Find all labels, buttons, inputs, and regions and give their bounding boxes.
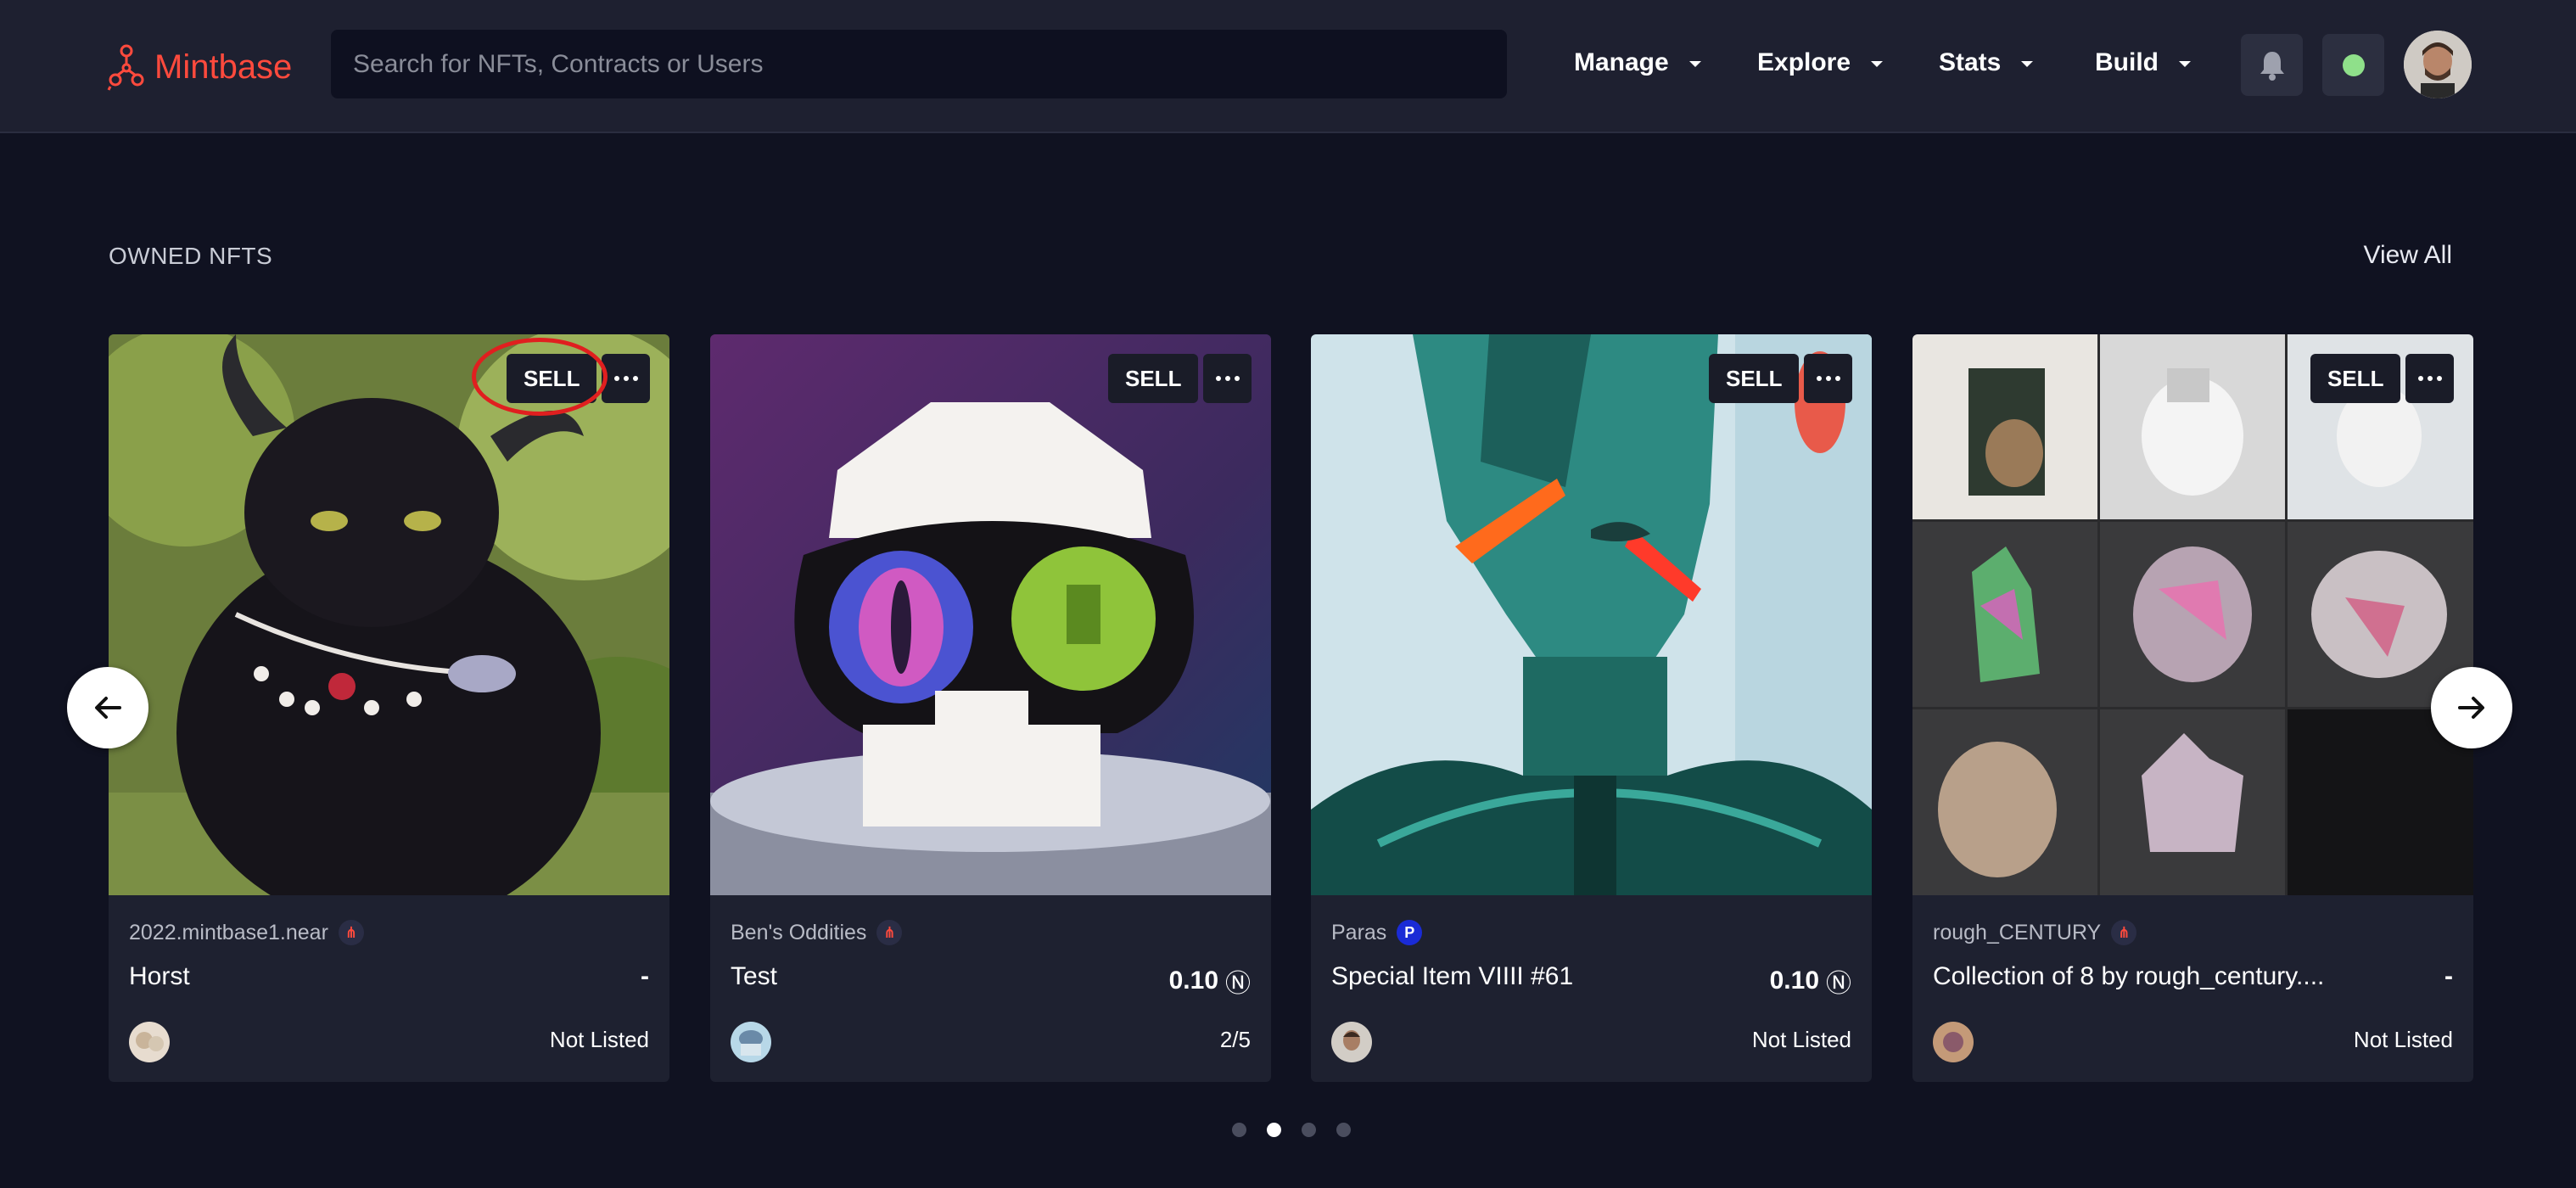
edition-count: 2/5 bbox=[1219, 1027, 1251, 1052]
carousel-pagination bbox=[1232, 1121, 1351, 1138]
carousel-next-button[interactable] bbox=[2431, 667, 2512, 748]
nft-price: 0.10 Ⓝ bbox=[1169, 962, 1251, 1000]
pagination-dot-active[interactable] bbox=[1267, 1122, 1281, 1137]
owner-avatar[interactable] bbox=[129, 1022, 170, 1062]
pagination-dot[interactable] bbox=[1336, 1122, 1351, 1137]
nav-manage-label: Manage bbox=[1574, 48, 1669, 76]
view-all-link[interactable]: View All bbox=[2363, 241, 2452, 270]
nft-image-robot bbox=[710, 334, 1271, 895]
store-row: Ben's Oddities ⋔ bbox=[731, 916, 903, 950]
store-name[interactable]: Paras bbox=[1331, 921, 1386, 945]
pagination-dot[interactable] bbox=[1302, 1122, 1316, 1137]
nft-title[interactable]: Test bbox=[731, 962, 777, 991]
search-bar[interactable] bbox=[331, 30, 1507, 98]
near-icon: Ⓝ bbox=[1225, 970, 1251, 998]
nav-manage[interactable]: Manage bbox=[1574, 44, 1701, 81]
price-value: - bbox=[641, 962, 649, 990]
more-options-button[interactable] bbox=[602, 354, 650, 403]
price-value: 0.10 bbox=[1769, 967, 1819, 995]
arrow-left-icon bbox=[95, 697, 121, 719]
sell-button[interactable]: SELL bbox=[1108, 354, 1199, 403]
nft-image-cat bbox=[109, 334, 669, 895]
nav-build[interactable]: Build bbox=[2095, 44, 2191, 81]
owner-avatar-image bbox=[129, 1022, 170, 1062]
ellipsis-icon bbox=[2417, 376, 2423, 381]
store-row: 2022.mintbase1.near ⋔ bbox=[129, 916, 364, 950]
more-options-button[interactable] bbox=[1804, 354, 1852, 403]
owner-avatar[interactable] bbox=[731, 1022, 771, 1062]
chevron-down-icon bbox=[1688, 60, 1701, 67]
more-options-button[interactable] bbox=[2405, 354, 2454, 403]
nft-title[interactable]: Horst bbox=[129, 962, 190, 991]
price-value: - bbox=[2444, 962, 2453, 990]
sell-button[interactable]: SELL bbox=[2310, 354, 2401, 403]
section-title: OWNED NFTS bbox=[109, 243, 273, 269]
nav-explore-label: Explore bbox=[1757, 48, 1851, 76]
mintbase-logo-icon bbox=[107, 44, 144, 91]
arrow-right-icon bbox=[2458, 697, 2484, 719]
more-options-button[interactable] bbox=[1203, 354, 1252, 403]
nft-price: - bbox=[641, 962, 649, 991]
user-avatar-image bbox=[2404, 31, 2472, 98]
store-name[interactable]: rough_CENTURY bbox=[1933, 921, 2101, 945]
carousel-prev-button[interactable] bbox=[67, 667, 148, 748]
price-value: 0.10 bbox=[1168, 967, 1218, 995]
owner-avatar-image bbox=[731, 1022, 771, 1062]
nft-image[interactable] bbox=[1311, 334, 1872, 895]
nft-image-collection-grid bbox=[1912, 334, 2473, 895]
store-name[interactable]: Ben's Oddities bbox=[731, 921, 866, 945]
sell-button[interactable]: SELL bbox=[1709, 354, 1800, 403]
notifications-button[interactable] bbox=[2241, 34, 2303, 96]
chevron-down-icon bbox=[2021, 60, 2034, 67]
nft-price: - bbox=[2444, 962, 2453, 991]
bell-icon bbox=[2260, 51, 2284, 81]
listing-status: Not Listed bbox=[549, 1027, 649, 1052]
nft-card[interactable]: SELL Paras P Special Item VIIII #61 0.10… bbox=[1311, 334, 1872, 1082]
nft-image-android bbox=[1311, 334, 1872, 895]
sell-button[interactable]: SELL bbox=[507, 354, 597, 403]
nft-title[interactable]: Collection of 8 by rough_century.... bbox=[1933, 962, 2324, 991]
search-input[interactable] bbox=[353, 49, 1507, 79]
status-dot-icon bbox=[2342, 53, 2365, 76]
owner-avatar-image bbox=[1331, 1022, 1372, 1062]
wallet-status-button[interactable] bbox=[2322, 34, 2384, 96]
nft-title[interactable]: Special Item VIIII #61 bbox=[1331, 962, 1573, 991]
nav-explore[interactable]: Explore bbox=[1757, 44, 1884, 81]
mintbase-store-icon: ⋔ bbox=[338, 920, 364, 945]
store-row: rough_CENTURY ⋔ bbox=[1933, 916, 2137, 950]
nft-card[interactable]: SELL rough_CENTURY ⋔ Collection of 8 by … bbox=[1912, 334, 2473, 1082]
chevron-down-icon bbox=[1871, 60, 1884, 67]
top-header: Mintbase Manage Explore Stats Build bbox=[0, 0, 2576, 133]
nft-image[interactable] bbox=[1912, 334, 2473, 895]
listing-status: Not Listed bbox=[2353, 1027, 2453, 1052]
store-row: Paras P bbox=[1331, 916, 1423, 950]
owner-avatar[interactable] bbox=[1933, 1022, 1974, 1062]
nav-stats-label: Stats bbox=[1939, 48, 2002, 76]
mintbase-store-icon: ⋔ bbox=[2111, 920, 2137, 945]
listing-status: Not Listed bbox=[1751, 1027, 1851, 1052]
near-icon: Ⓝ bbox=[1826, 970, 1851, 998]
pagination-dot[interactable] bbox=[1232, 1122, 1246, 1137]
ellipsis-icon bbox=[1215, 376, 1221, 381]
mintbase-logo[interactable]: Mintbase bbox=[107, 41, 292, 93]
user-avatar[interactable] bbox=[2404, 31, 2472, 98]
chevron-down-icon bbox=[2179, 60, 2191, 67]
nft-image[interactable] bbox=[109, 334, 669, 895]
ellipsis-icon bbox=[1816, 376, 1822, 381]
ellipsis-icon bbox=[613, 376, 619, 381]
nft-image[interactable] bbox=[710, 334, 1271, 895]
store-name[interactable]: 2022.mintbase1.near bbox=[129, 921, 328, 945]
nav-build-label: Build bbox=[2095, 48, 2159, 76]
mintbase-store-icon: ⋔ bbox=[876, 920, 903, 945]
paras-store-icon: P bbox=[1397, 920, 1423, 945]
nft-card[interactable]: SELL Ben's Oddities ⋔ Test 0.10 Ⓝ 2/5 bbox=[710, 334, 1271, 1082]
logo-text: Mintbase bbox=[154, 48, 293, 86]
nav-stats[interactable]: Stats bbox=[1939, 44, 2034, 81]
nft-card[interactable]: SELL 2022.mintbase1.near ⋔ Horst - Not L… bbox=[109, 334, 669, 1082]
nft-price: 0.10 Ⓝ bbox=[1770, 962, 1851, 1000]
owner-avatar-image bbox=[1933, 1022, 1974, 1062]
owner-avatar[interactable] bbox=[1331, 1022, 1372, 1062]
